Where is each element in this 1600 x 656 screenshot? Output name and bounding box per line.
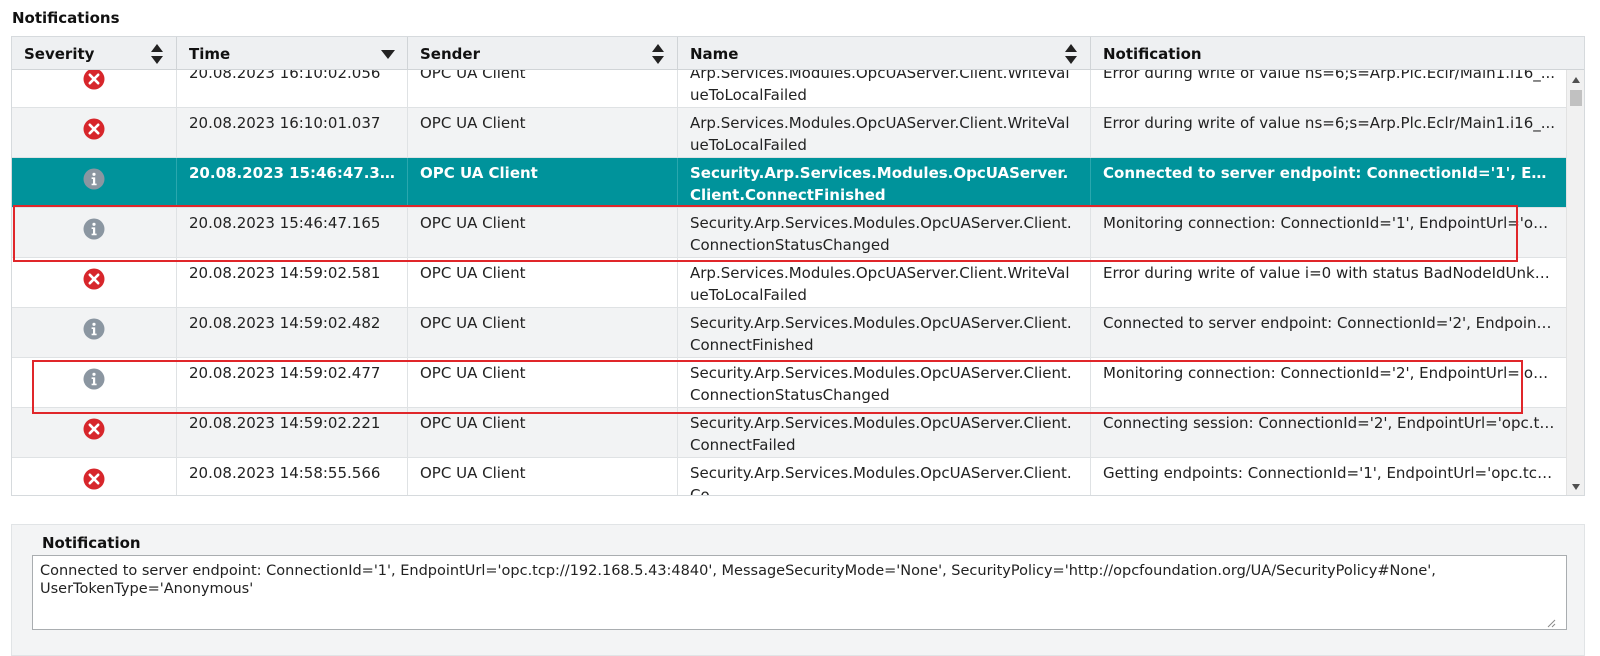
info-icon xyxy=(83,168,105,207)
sort-both-icon[interactable] xyxy=(651,43,665,65)
sender-cell: OPC UA Client xyxy=(408,308,678,357)
table-row[interactable]: 20.08.2023 14:59:02.581 OPC UA Client Arp.… xyxy=(12,258,1568,308)
severity-cell xyxy=(12,108,177,157)
severity-cell xyxy=(12,208,177,257)
column-header-notification[interactable]: Notification xyxy=(1091,37,1584,70)
severity-cell xyxy=(12,358,177,407)
scroll-down-arrow-icon[interactable] xyxy=(1567,479,1584,495)
error-icon xyxy=(83,118,105,157)
severity-cell xyxy=(12,408,177,457)
table-row[interactable]: 20.08.2023 15:46:47.165 OPC UA Client Secu… xyxy=(12,208,1568,258)
grid-body: 20.08.2023 16:10:02.056 OPC UA Client Arp.… xyxy=(12,70,1568,495)
page-title: Notifications xyxy=(12,9,120,27)
vertical-scrollbar[interactable] xyxy=(1566,70,1584,495)
column-header-severity[interactable]: Severity xyxy=(12,37,177,70)
resize-grip-icon[interactable] xyxy=(1546,614,1556,628)
notification-cell: Connected to server endpoint: Connection… xyxy=(1103,314,1557,332)
detail-title: Notification xyxy=(42,534,141,552)
sender-cell: OPC UA Client xyxy=(408,258,678,307)
table-row[interactable]: 20.08.2023 14:58:55.566 OPC UA Client Secu… xyxy=(12,458,1568,495)
time-cell: 20.08.2023 14:59:02.477 xyxy=(177,358,408,407)
notifications-grid: Severity Time Sender Name Notification 2… xyxy=(11,36,1585,496)
sender-cell: OPC UA Client xyxy=(408,408,678,457)
sender-cell: OPC UA Client xyxy=(408,70,678,107)
time-cell: 20.08.2023 15:46:47.165 xyxy=(177,208,408,257)
notification-cell: Connected to server endpoint: Connection… xyxy=(1103,164,1560,182)
notification-detail-text[interactable]: Connected to server endpoint: Connection… xyxy=(32,555,1567,630)
time-cell: 20.08.2023 14:59:02.581 xyxy=(177,258,408,307)
sender-cell: OPC UA Client xyxy=(408,158,678,207)
column-header-label: Time xyxy=(189,44,231,63)
sender-cell: OPC UA Client xyxy=(408,358,678,407)
name-cell: Security.Arp.Services.Modules.OpcUAServe… xyxy=(678,358,1091,407)
info-icon xyxy=(83,218,105,257)
name-cell: Arp.Services.Modules.OpcUAServer.Client.… xyxy=(678,258,1091,307)
severity-cell xyxy=(12,458,177,495)
grid-rows: 20.08.2023 16:10:02.056 OPC UA Client Arp.… xyxy=(12,70,1568,495)
table-row[interactable]: 20.08.2023 16:10:01.037 OPC UA Client Arp.… xyxy=(12,108,1568,158)
name-cell: Arp.Services.Modules.OpcUAServer.Client.… xyxy=(678,70,1091,107)
notification-cell: Connecting session: ConnectionId='2', En… xyxy=(1103,414,1562,432)
notification-cell: Error during write of value ns=6;s=Arp.P… xyxy=(1103,70,1556,82)
notification-cell: Monitoring connection: ConnectionId='2',… xyxy=(1103,364,1557,382)
sort-both-icon[interactable] xyxy=(150,43,164,65)
column-header-time[interactable]: Time xyxy=(177,37,408,70)
column-header-label: Severity xyxy=(24,44,95,63)
column-header-label: Name xyxy=(690,44,739,63)
error-icon xyxy=(83,268,105,307)
notification-cell: Monitoring connection: ConnectionId='1',… xyxy=(1103,214,1557,232)
sender-cell: OPC UA Client xyxy=(408,208,678,257)
notification-detail-panel: Notification Connected to server endpoin… xyxy=(11,524,1585,656)
sender-cell: OPC UA Client xyxy=(408,458,678,495)
grid-header: Severity Time Sender Name Notification xyxy=(12,37,1584,70)
name-cell: Security.Arp.Services.Modules.OpcUAServe… xyxy=(678,158,1091,207)
name-cell: Security.Arp.Services.Modules.OpcUAServe… xyxy=(678,208,1091,257)
info-icon xyxy=(83,318,105,357)
name-cell: Security.Arp.Services.Modules.OpcUAServe… xyxy=(678,408,1091,457)
name-cell: Arp.Services.Modules.OpcUAServer.Client.… xyxy=(678,108,1091,157)
name-cell: Security.Arp.Services.Modules.OpcUAServe… xyxy=(678,308,1091,357)
severity-cell xyxy=(12,158,177,207)
time-cell: 20.08.2023 16:10:02.056 xyxy=(177,70,408,107)
severity-cell xyxy=(12,258,177,307)
table-row[interactable]: 20.08.2023 16:10:02.056 OPC UA Client Arp.… xyxy=(12,70,1568,108)
column-header-sender[interactable]: Sender xyxy=(408,37,678,70)
info-icon xyxy=(83,368,105,407)
notification-cell: Error during write of value i=0 with sta… xyxy=(1103,264,1559,282)
column-header-label: Notification xyxy=(1103,44,1202,63)
name-cell: Security.Arp.Services.Modules.OpcUAServe… xyxy=(678,458,1091,495)
notification-cell: Error during write of value ns=6;s=Arp.P… xyxy=(1103,114,1556,132)
error-icon xyxy=(83,418,105,457)
scrollbar-thumb[interactable] xyxy=(1570,90,1582,106)
notification-cell: Getting endpoints: ConnectionId='1', End… xyxy=(1103,464,1561,482)
table-row[interactable]: 20.08.2023 14:59:02.221 OPC UA Client Secu… xyxy=(12,408,1568,458)
table-row[interactable]: 20.08.2023 14:59:02.482 OPC UA Client Secu… xyxy=(12,308,1568,358)
time-cell: 20.08.2023 16:10:01.037 xyxy=(177,108,408,157)
severity-cell xyxy=(12,308,177,357)
time-cell: 20.08.2023 14:59:02.221 xyxy=(177,408,408,457)
error-icon xyxy=(83,70,105,107)
column-header-name[interactable]: Name xyxy=(678,37,1091,70)
severity-cell xyxy=(12,70,177,107)
table-row[interactable]: 20.08.2023 14:59:02.477 OPC UA Client Secu… xyxy=(12,358,1568,408)
time-cell: 20.08.2023 14:58:55.566 xyxy=(177,458,408,495)
sender-cell: OPC UA Client xyxy=(408,108,678,157)
error-icon xyxy=(83,468,105,495)
time-cell: 20.08.2023 14:59:02.482 xyxy=(177,308,408,357)
sort-both-icon[interactable] xyxy=(1064,43,1078,65)
scroll-up-arrow-icon[interactable] xyxy=(1567,72,1584,88)
sort-descending-icon[interactable] xyxy=(381,43,395,65)
table-row[interactable]: 20.08.2023 15:46:47.330 OPC UA Client Secu… xyxy=(12,158,1568,208)
time-cell: 20.08.2023 15:46:47.330 xyxy=(177,158,408,207)
column-header-label: Sender xyxy=(420,44,480,63)
